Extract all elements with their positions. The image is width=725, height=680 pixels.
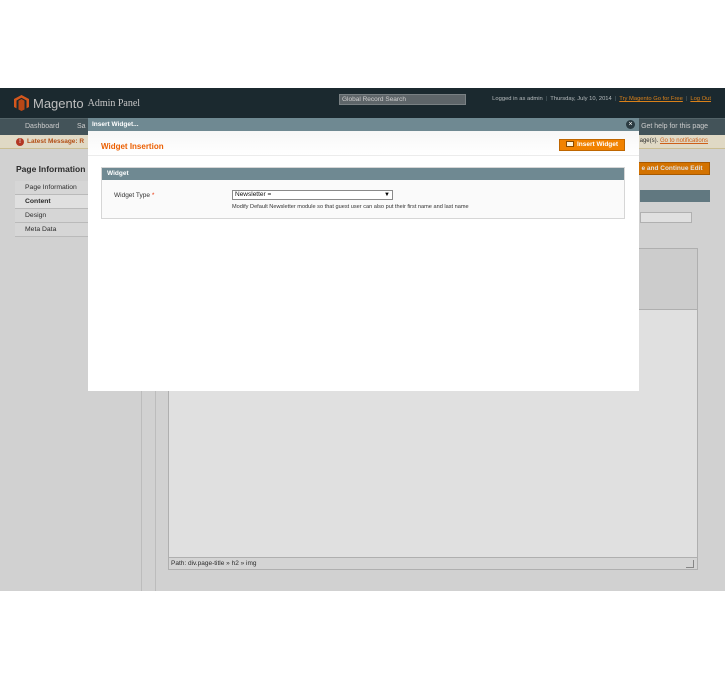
insert-widget-label: Insert Widget	[576, 141, 619, 148]
dialog-subheader: Widget Insertion Insert Widget	[88, 131, 639, 156]
widget-fieldset-title: Widget	[102, 168, 624, 180]
insert-widget-button[interactable]: Insert Widget	[559, 139, 625, 151]
widget-insertion-title: Widget Insertion	[101, 142, 164, 151]
dropdown-arrow-icon: ▼	[384, 192, 390, 198]
widget-type-note: Modify Default Newsletter module so that…	[232, 204, 469, 210]
widget-type-select[interactable]: Newsletter = ▼	[232, 190, 393, 200]
dialog-titlebar: Insert Widget... ×	[88, 118, 639, 131]
widget-type-label-text: Widget Type	[114, 192, 151, 199]
close-icon[interactable]: ×	[626, 120, 635, 129]
dialog-title: Insert Widget...	[92, 121, 139, 128]
widget-fieldset: Widget Widget Type * Newsletter = ▼ Modi…	[101, 167, 625, 219]
admin-screen: Magento Admin Panel Global Record Search…	[0, 88, 725, 591]
widget-type-value: Newsletter =	[235, 191, 272, 198]
widget-type-label: Widget Type *	[114, 192, 154, 199]
required-mark: *	[151, 192, 155, 199]
insert-widget-dialog: Insert Widget... × Widget Insertion Inse…	[88, 118, 639, 391]
insert-widget-icon	[565, 141, 574, 147]
